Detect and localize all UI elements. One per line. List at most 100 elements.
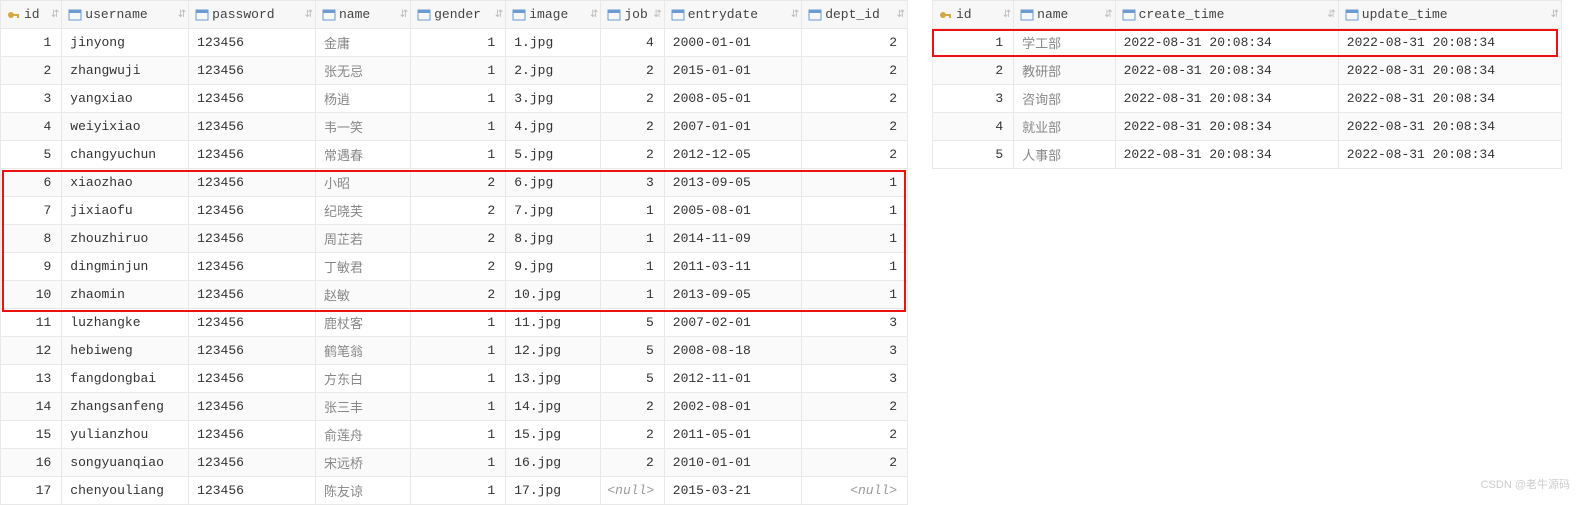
sort-handle-icon[interactable]: ⇵: [305, 9, 313, 21]
cell-job[interactable]: 1: [601, 281, 664, 309]
cell-id[interactable]: 1: [1, 29, 62, 57]
cell-entrydate[interactable]: 2002-08-01: [664, 393, 801, 421]
left-header-dept_id[interactable]: dept_id⇵: [802, 1, 908, 29]
cell-update_time[interactable]: 2022-08-31 20:08:34: [1338, 29, 1561, 57]
table-row[interactable]: 16songyuanqiao123456宋远桥116.jpg22010-01-0…: [1, 449, 908, 477]
cell-job[interactable]: 4: [601, 29, 664, 57]
table-row[interactable]: 10zhaomin123456赵敏210.jpg12013-09-051: [1, 281, 908, 309]
table-row[interactable]: 15yulianzhou123456俞莲舟115.jpg22011-05-012: [1, 421, 908, 449]
cell-name[interactable]: 常遇春: [315, 141, 410, 169]
cell-name[interactable]: 纪晓芙: [315, 197, 410, 225]
cell-id[interactable]: 5: [933, 141, 1014, 169]
cell-password[interactable]: 123456: [189, 393, 316, 421]
cell-username[interactable]: zhangsanfeng: [62, 393, 189, 421]
cell-image[interactable]: 4.jpg: [506, 113, 601, 141]
table-row[interactable]: 7jixiaofu123456纪晓芙27.jpg12005-08-011: [1, 197, 908, 225]
sort-handle-icon[interactable]: ⇵: [1104, 9, 1112, 21]
cell-image[interactable]: 15.jpg: [506, 421, 601, 449]
sort-handle-icon[interactable]: ⇵: [1551, 9, 1559, 21]
cell-image[interactable]: 17.jpg: [506, 477, 601, 505]
left-header-entrydate[interactable]: entrydate⇵: [664, 1, 801, 29]
cell-username[interactable]: zhangwuji: [62, 57, 189, 85]
cell-name[interactable]: 鹤笔翁: [315, 337, 410, 365]
sort-handle-icon[interactable]: ⇵: [590, 9, 598, 21]
cell-dept_id[interactable]: 2: [802, 85, 908, 113]
cell-password[interactable]: 123456: [189, 225, 316, 253]
cell-name[interactable]: 杨逍: [315, 85, 410, 113]
cell-username[interactable]: dingminjun: [62, 253, 189, 281]
cell-entrydate[interactable]: 2011-05-01: [664, 421, 801, 449]
cell-job[interactable]: 5: [601, 365, 664, 393]
cell-id[interactable]: 10: [1, 281, 62, 309]
cell-username[interactable]: yulianzhou: [62, 421, 189, 449]
cell-password[interactable]: 123456: [189, 29, 316, 57]
cell-username[interactable]: luzhangke: [62, 309, 189, 337]
table-row[interactable]: 5changyuchun123456常遇春15.jpg22012-12-052: [1, 141, 908, 169]
table-row[interactable]: 13fangdongbai123456方东白113.jpg52012-11-01…: [1, 365, 908, 393]
cell-username[interactable]: jixiaofu: [62, 197, 189, 225]
cell-image[interactable]: 13.jpg: [506, 365, 601, 393]
sort-handle-icon[interactable]: ⇵: [897, 9, 905, 21]
cell-id[interactable]: 16: [1, 449, 62, 477]
cell-username[interactable]: jinyong: [62, 29, 189, 57]
cell-username[interactable]: fangdongbai: [62, 365, 189, 393]
cell-name[interactable]: 金庸: [315, 29, 410, 57]
left-header-name[interactable]: name⇵: [315, 1, 410, 29]
cell-gender[interactable]: 1: [411, 141, 506, 169]
table-row[interactable]: 6xiaozhao123456小昭26.jpg32013-09-051: [1, 169, 908, 197]
cell-name[interactable]: 人事部: [1014, 141, 1115, 169]
cell-dept_id[interactable]: 3: [802, 365, 908, 393]
cell-job[interactable]: 2: [601, 57, 664, 85]
cell-update_time[interactable]: 2022-08-31 20:08:34: [1338, 57, 1561, 85]
cell-job[interactable]: 5: [601, 337, 664, 365]
cell-image[interactable]: 2.jpg: [506, 57, 601, 85]
cell-gender[interactable]: 1: [411, 309, 506, 337]
cell-image[interactable]: 16.jpg: [506, 449, 601, 477]
cell-entrydate[interactable]: 2013-09-05: [664, 281, 801, 309]
table-row[interactable]: 2教研部2022-08-31 20:08:342022-08-31 20:08:…: [933, 57, 1562, 85]
cell-dept_id[interactable]: 2: [802, 393, 908, 421]
cell-dept_id[interactable]: 2: [802, 57, 908, 85]
right-header-update_time[interactable]: update_time⇵: [1338, 1, 1561, 29]
cell-password[interactable]: 123456: [189, 141, 316, 169]
cell-entrydate[interactable]: 2015-03-21: [664, 477, 801, 505]
cell-update_time[interactable]: 2022-08-31 20:08:34: [1338, 85, 1561, 113]
cell-name[interactable]: 张三丰: [315, 393, 410, 421]
cell-name[interactable]: 就业部: [1014, 113, 1115, 141]
sort-handle-icon[interactable]: ⇵: [495, 9, 503, 21]
cell-job[interactable]: 2: [601, 393, 664, 421]
cell-job[interactable]: 2: [601, 85, 664, 113]
table-row[interactable]: 1学工部2022-08-31 20:08:342022-08-31 20:08:…: [933, 29, 1562, 57]
cell-dept_id[interactable]: 2: [802, 113, 908, 141]
cell-entrydate[interactable]: 2012-12-05: [664, 141, 801, 169]
cell-gender[interactable]: 2: [411, 281, 506, 309]
left-header-password[interactable]: password⇵: [189, 1, 316, 29]
cell-job[interactable]: <null>: [601, 477, 664, 505]
left-header-username[interactable]: username⇵: [62, 1, 189, 29]
cell-id[interactable]: 8: [1, 225, 62, 253]
sort-handle-icon[interactable]: ⇵: [178, 9, 186, 21]
cell-name[interactable]: 鹿杖客: [315, 309, 410, 337]
cell-dept_id[interactable]: 1: [802, 281, 908, 309]
cell-name[interactable]: 教研部: [1014, 57, 1115, 85]
cell-update_time[interactable]: 2022-08-31 20:08:34: [1338, 113, 1561, 141]
cell-id[interactable]: 5: [1, 141, 62, 169]
cell-create_time[interactable]: 2022-08-31 20:08:34: [1115, 57, 1338, 85]
cell-name[interactable]: 周芷若: [315, 225, 410, 253]
cell-id[interactable]: 3: [933, 85, 1014, 113]
cell-gender[interactable]: 1: [411, 57, 506, 85]
cell-gender[interactable]: 1: [411, 365, 506, 393]
table-row[interactable]: 3yangxiao123456杨逍13.jpg22008-05-012: [1, 85, 908, 113]
cell-name[interactable]: 丁敏君: [315, 253, 410, 281]
cell-entrydate[interactable]: 2011-03-11: [664, 253, 801, 281]
table-row[interactable]: 9dingminjun123456丁敏君29.jpg12011-03-111: [1, 253, 908, 281]
cell-image[interactable]: 9.jpg: [506, 253, 601, 281]
cell-job[interactable]: 1: [601, 197, 664, 225]
cell-entrydate[interactable]: 2012-11-01: [664, 365, 801, 393]
cell-dept_id[interactable]: 1: [802, 197, 908, 225]
cell-dept_id[interactable]: 3: [802, 337, 908, 365]
cell-image[interactable]: 1.jpg: [506, 29, 601, 57]
cell-image[interactable]: 6.jpg: [506, 169, 601, 197]
cell-update_time[interactable]: 2022-08-31 20:08:34: [1338, 141, 1561, 169]
cell-entrydate[interactable]: 2005-08-01: [664, 197, 801, 225]
